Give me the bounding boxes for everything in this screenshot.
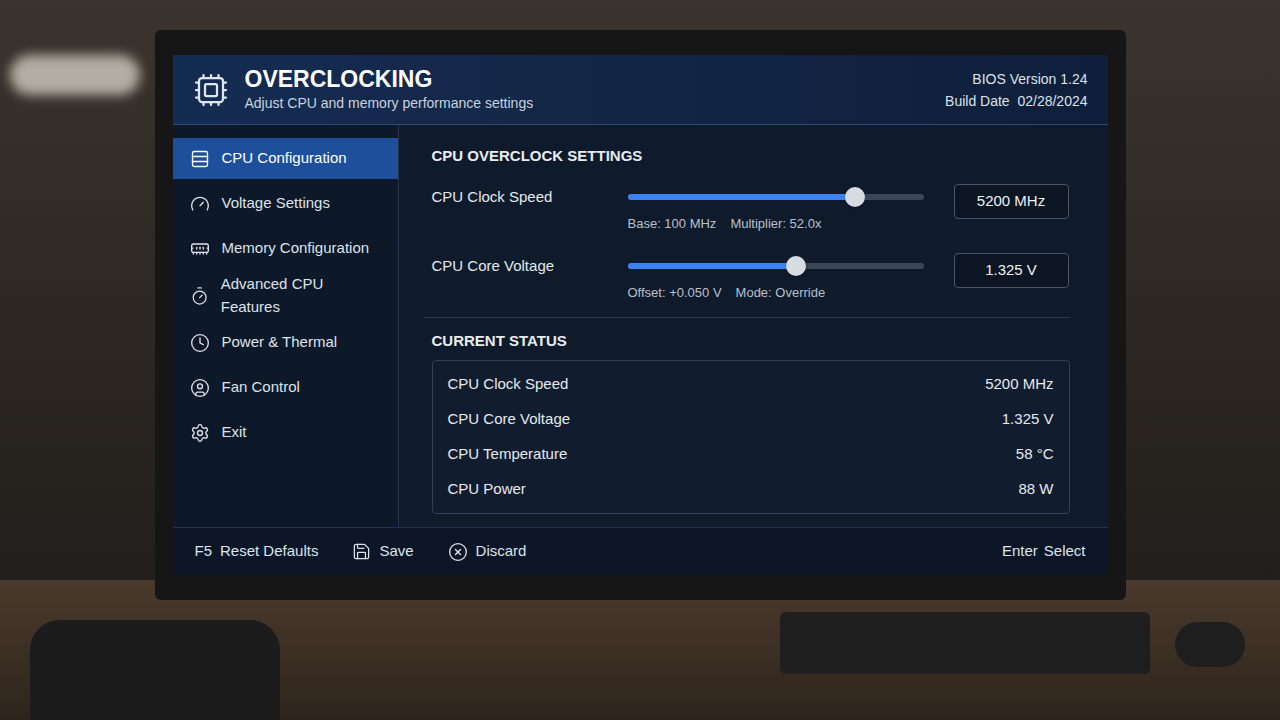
menu-icon: [190, 378, 210, 398]
bios-version: BIOS Version 1.24: [972, 68, 1087, 90]
save-icon: [352, 542, 371, 561]
menu-icon: [190, 423, 210, 443]
enter-hint: EnterSelect: [1002, 540, 1086, 563]
discard-button[interactable]: Discard: [448, 540, 527, 563]
slider-label: CPU Core Voltage: [432, 253, 628, 278]
sidebar-item[interactable]: CPU Configuration: [173, 138, 398, 179]
slider-note: Offset: +0.050 V: [628, 283, 722, 303]
status-row: CPU Temperature58 °C: [448, 437, 1054, 472]
slider-row: CPU Clock SpeedBase: 100 MHz Multiplier: …: [432, 184, 1070, 234]
menu-icon: [190, 333, 210, 353]
content: CPU OVERCLOCK SETTINGS CPU Clock SpeedBas…: [399, 125, 1108, 527]
save-button[interactable]: Save: [352, 540, 413, 563]
slider-row: CPU Core VoltageOffset: +0.050 V Mode: Ov…: [432, 253, 1070, 303]
slider-track[interactable]: [628, 263, 924, 269]
slider-fill: [628, 263, 797, 269]
reset-button[interactable]: F5Reset Defaults: [195, 540, 319, 563]
mug: [30, 620, 280, 720]
header-title: OVERCLOCKING: [245, 65, 534, 94]
sidebar-item[interactable]: Power & Thermal: [173, 322, 398, 363]
sidebar-item[interactable]: Fan Control: [173, 367, 398, 408]
menu-icon: [190, 194, 210, 214]
sidebar-item[interactable]: Exit: [173, 412, 398, 453]
monitor: OVERCLOCKINGAdjust CPU and memory perfor…: [155, 30, 1126, 600]
screen: OVERCLOCKINGAdjust CPU and memory perfor…: [173, 55, 1108, 575]
menu-icon: [190, 286, 209, 306]
footer: F5Reset Defaults Save Discard EnterSelect: [173, 527, 1108, 575]
sidebar: CPU ConfigurationVoltage SettingsMemory …: [173, 125, 399, 527]
header-subtitle: Adjust CPU and memory performance settin…: [245, 93, 534, 114]
value-box[interactable]: 1.325 V: [954, 253, 1069, 288]
photo-scene: OVERCLOCKINGAdjust CPU and memory perfor…: [0, 0, 1280, 720]
slider-thumb[interactable]: [845, 187, 865, 207]
lamp-glow: [10, 55, 140, 95]
slider-note: Mode: Override: [736, 283, 826, 303]
discard-icon: [448, 542, 468, 562]
status-row: CPU Core Voltage1.325 V: [448, 402, 1054, 437]
slider-fill: [628, 194, 856, 200]
cpu-icon: [193, 72, 229, 108]
status-row: CPU Power88 W: [448, 472, 1054, 507]
slider-thumb[interactable]: [786, 256, 806, 276]
value-box[interactable]: 5200 MHz: [954, 184, 1069, 219]
menu-icon: [190, 239, 210, 259]
status-panel: CPU Clock Speed5200 MHzCPU Core Voltage1…: [432, 360, 1070, 514]
divider: [424, 317, 1070, 318]
build-date: Build Date 02/28/2024: [945, 90, 1087, 112]
slider-note: Multiplier: 52.0x: [730, 214, 821, 234]
status-row: CPU Clock Speed5200 MHz: [448, 367, 1054, 402]
sidebar-item[interactable]: Advanced CPU Features: [173, 273, 398, 318]
menu-icon: [190, 149, 210, 169]
keyboard: [780, 612, 1150, 674]
sidebar-item[interactable]: Voltage Settings: [173, 183, 398, 224]
slider-note: Base: 100 MHz: [628, 214, 717, 234]
sidebar-item[interactable]: Memory Configuration: [173, 228, 398, 269]
slider-label: CPU Clock Speed: [432, 184, 628, 209]
section-title: CURRENT STATUS: [432, 330, 1070, 353]
slider-track[interactable]: [628, 194, 924, 200]
mouse: [1175, 622, 1245, 667]
header: OVERCLOCKINGAdjust CPU and memory perfor…: [173, 55, 1108, 125]
section-title: CPU OVERCLOCK SETTINGS: [432, 145, 1070, 168]
